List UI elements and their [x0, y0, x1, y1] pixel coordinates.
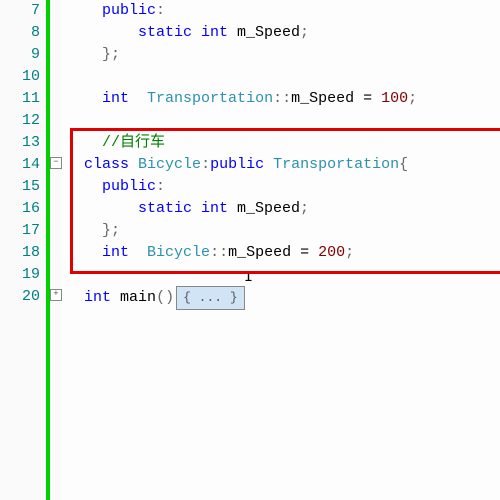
code-line-15[interactable]: public:: [66, 176, 500, 198]
code-line-9[interactable]: };: [66, 44, 500, 66]
line-number: 16: [0, 198, 40, 220]
code-line-12[interactable]: [66, 110, 500, 132]
code-line-14[interactable]: class Bicycle:public Transportation{: [66, 154, 500, 176]
line-number: 8: [0, 22, 40, 44]
code-line-20[interactable]: int main(){ ... }: [66, 286, 500, 308]
line-number-gutter: 7 8 9 10 11 12 13 14 15 16 17 18 19 20: [0, 0, 46, 500]
code-line-11[interactable]: int Transportation::m_Speed = 100;: [66, 88, 500, 110]
line-number: 11: [0, 88, 40, 110]
code-line-16[interactable]: static int m_Speed;: [66, 198, 500, 220]
code-line-10[interactable]: [66, 66, 500, 88]
code-area[interactable]: public: static int m_Speed; }; int Trans…: [62, 0, 500, 500]
code-line-18[interactable]: int Bicycle::m_Speed = 200;: [66, 242, 500, 264]
line-number: 9: [0, 44, 40, 66]
code-line-8[interactable]: static int m_Speed;: [66, 22, 500, 44]
line-number: 17: [0, 220, 40, 242]
code-line-7[interactable]: public:: [66, 0, 500, 22]
fold-collapse-icon[interactable]: −: [50, 157, 62, 169]
line-number: 18: [0, 242, 40, 264]
line-number: 13: [0, 132, 40, 154]
line-number: 14: [0, 154, 40, 176]
fold-expand-icon[interactable]: +: [50, 289, 62, 301]
fold-placeholder[interactable]: { ... }: [176, 286, 245, 310]
line-number: 10: [0, 66, 40, 88]
text-cursor-icon: I: [244, 267, 253, 289]
line-number: 7: [0, 0, 40, 22]
line-number: 15: [0, 176, 40, 198]
line-number: 19: [0, 264, 40, 286]
code-line-13[interactable]: //自行车: [66, 132, 500, 154]
code-line-17[interactable]: };: [66, 220, 500, 242]
fold-gutter[interactable]: − +: [50, 0, 62, 500]
code-line-19[interactable]: I: [66, 264, 500, 286]
line-number: 12: [0, 110, 40, 132]
line-number: 20: [0, 286, 40, 308]
